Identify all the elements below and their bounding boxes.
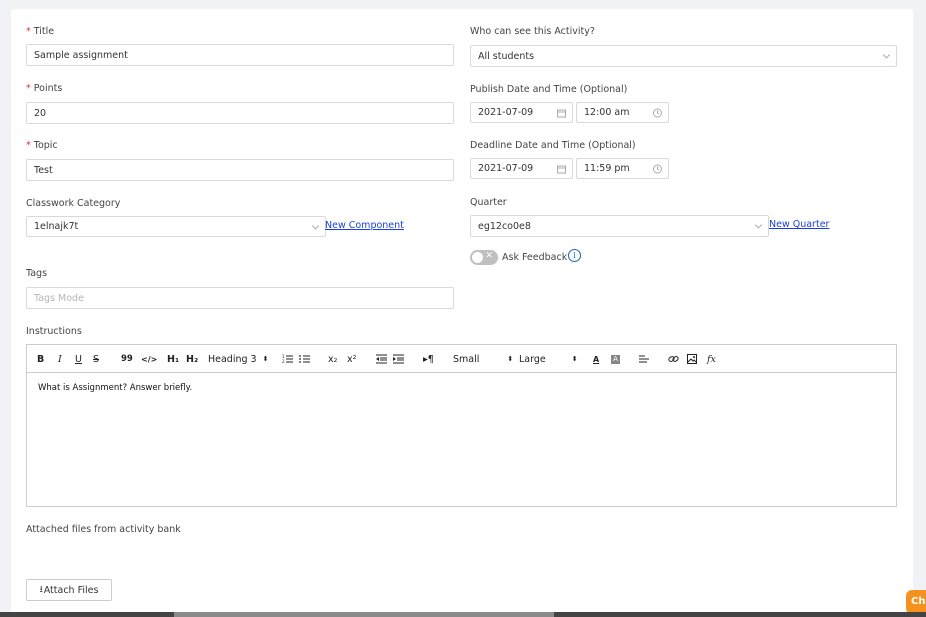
tags-input[interactable]: Tags Mode (26, 287, 454, 309)
ask-feedback-label: Ask Feedback (502, 252, 568, 263)
bold-button[interactable]: B (37, 345, 44, 373)
horizontal-scrollbar[interactable] (0, 612, 926, 617)
topic-label: * Topic (26, 140, 58, 151)
publish-label: Publish Date and Time (Optional) (470, 84, 628, 95)
category-label: Classwork Category (26, 198, 121, 209)
updown-icon: ⬍ (262, 355, 269, 363)
svg-text:2: 2 (282, 359, 285, 364)
ask-feedback-toggle[interactable]: ✕ (470, 250, 498, 265)
image-icon[interactable] (687, 354, 697, 364)
instructions-editor[interactable]: What is Assignment? Answer briefly. (26, 372, 897, 507)
new-quarter-link[interactable]: New Quarter (769, 219, 829, 230)
bullet-list-icon[interactable] (299, 354, 310, 364)
chat-tab[interactable]: Ch (906, 590, 926, 614)
upload-icon: ⭳ (39, 585, 43, 595)
close-icon: ✕ (485, 251, 493, 261)
blockquote-button[interactable]: 99 (121, 345, 133, 373)
heading-select-value: Heading 3 (208, 353, 257, 365)
clock-icon (653, 108, 662, 117)
visibility-value: All students (478, 50, 535, 62)
deadline-date-input[interactable]: 2021-07-09 (470, 158, 573, 179)
align-icon[interactable] (639, 354, 649, 364)
editor-content: What is Assignment? Answer briefly. (38, 383, 193, 393)
quarter-label: Quarter (470, 197, 507, 208)
text-direction-icon[interactable]: ▸¶ (423, 345, 434, 373)
toggle-knob (472, 252, 483, 263)
subscript-button[interactable]: x₂ (328, 345, 337, 373)
italic-button[interactable]: I (58, 345, 62, 373)
ordered-list-icon[interactable]: 12 (282, 354, 293, 364)
scrollbar-thumb[interactable] (174, 612, 554, 617)
size-small-value: Small (453, 353, 480, 365)
underline-button[interactable]: U (75, 345, 82, 373)
points-input[interactable]: 20 (26, 102, 454, 124)
publish-date-input[interactable]: 2021-07-09 (470, 102, 573, 123)
h1-button[interactable]: H₁ (167, 345, 179, 373)
publish-time-input[interactable]: 12:00 am (576, 102, 669, 123)
link-icon[interactable] (668, 354, 679, 364)
category-value: 1elnajk7t (34, 221, 79, 232)
superscript-button[interactable]: x² (347, 345, 356, 373)
clock-icon (653, 164, 662, 173)
deadline-time-value: 11:59 pm (584, 163, 630, 174)
editor-toolbar: B I U S 99 </> H₁ H₂ Heading 3 ⬍ 12 x₂ x²… (26, 344, 897, 372)
new-component-link[interactable]: New Component (325, 220, 404, 231)
formula-icon[interactable]: fx (707, 345, 716, 373)
calendar-icon (557, 165, 566, 173)
outdent-icon[interactable] (376, 354, 387, 364)
indent-icon[interactable] (393, 354, 404, 364)
attached-files-label: Attached files from activity bank (26, 524, 181, 535)
size-select-large[interactable]: Large ⬍ (519, 345, 578, 373)
title-label: * Title (26, 26, 55, 37)
category-select[interactable]: 1elnajk7t (26, 216, 326, 237)
calendar-icon (557, 109, 566, 117)
size-large-value: Large (519, 353, 546, 365)
instructions-label: Instructions (26, 326, 82, 337)
visibility-select[interactable]: All students (470, 45, 897, 67)
quarter-select[interactable]: eg12co0e8 (470, 215, 769, 237)
background-color-icon[interactable]: A (611, 345, 620, 373)
chevron-down-icon (754, 221, 763, 229)
points-label: * Points (26, 83, 63, 94)
chevron-down-icon (311, 221, 320, 230)
chevron-down-icon (882, 51, 891, 59)
info-icon[interactable]: i (568, 249, 581, 262)
topic-input[interactable]: Test (26, 159, 454, 181)
code-button[interactable]: </> (141, 345, 157, 373)
deadline-time-input[interactable]: 11:59 pm (576, 158, 669, 179)
heading-select[interactable]: Heading 3 ⬍ (208, 345, 268, 373)
attach-files-button[interactable]: ⭳ Attach Files (26, 579, 112, 601)
form-card: * Title Sample assignment * Points 20 * Top… (11, 9, 913, 617)
attach-files-label: Attach Files (43, 584, 99, 596)
tags-label: Tags (26, 268, 48, 279)
strike-button[interactable]: S (93, 345, 99, 373)
deadline-label: Deadline Date and Time (Optional) (470, 140, 636, 151)
visibility-label: Who can see this Activity? (470, 26, 595, 37)
updown-icon: ⬍ (571, 355, 578, 363)
publish-date-value: 2021-07-09 (478, 107, 534, 118)
quarter-value: eg12co0e8 (478, 220, 531, 232)
deadline-date-value: 2021-07-09 (478, 163, 534, 174)
title-input[interactable]: Sample assignment (26, 44, 454, 66)
size-select-small[interactable]: Small ⬍ (453, 345, 513, 373)
h2-button[interactable]: H₂ (186, 345, 198, 373)
updown-icon: ⬍ (507, 355, 514, 363)
publish-time-value: 12:00 am (584, 107, 630, 118)
font-color-icon[interactable]: A (593, 345, 599, 373)
